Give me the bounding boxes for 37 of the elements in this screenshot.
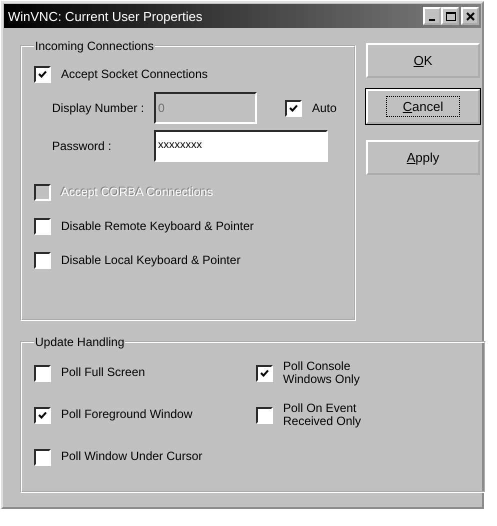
field-label: Display Number : xyxy=(52,101,146,115)
checkbox[interactable] xyxy=(34,218,51,234)
checkbox[interactable] xyxy=(256,364,273,382)
checkbox[interactable] xyxy=(34,364,51,382)
check-icon xyxy=(38,70,47,78)
window-title: WinVNC: Current User Properties xyxy=(8,8,202,24)
checkbox-label: Disable Local Keyboard & Pointer xyxy=(61,253,240,267)
maximize-icon xyxy=(444,10,456,22)
checkbox-label: Disable Remote Keyboard & Pointer xyxy=(61,219,254,233)
maximize-button[interactable] xyxy=(441,7,459,25)
checkbox[interactable] xyxy=(256,406,273,424)
minimize-button[interactable] xyxy=(423,7,441,25)
password-field[interactable]: xxxxxxxx xyxy=(154,130,328,162)
group-title: Incoming Connections xyxy=(34,39,155,53)
checkbox-label: Poll Console Windows Only xyxy=(283,360,360,386)
checkbox-label: Poll On Event Received Only xyxy=(283,402,362,428)
checkbox-label: Accept CORBA Connections xyxy=(61,185,214,199)
checkbox[interactable] xyxy=(34,66,51,82)
dialog-button[interactable]: Cancel xyxy=(366,89,480,124)
checkbox-label: Auto xyxy=(312,101,337,115)
checkbox-label: Accept Socket Connections xyxy=(61,67,208,81)
close-icon xyxy=(464,10,476,22)
check-icon xyxy=(38,410,47,420)
checkbox[interactable] xyxy=(34,252,51,268)
check-icon xyxy=(289,104,298,112)
checkbox-label: Poll Full Screen xyxy=(61,366,146,380)
checkbox[interactable] xyxy=(34,448,51,466)
dialog-button[interactable]: Apply xyxy=(366,140,480,175)
minimize-icon xyxy=(429,18,435,20)
close-button[interactable] xyxy=(461,7,479,25)
checkbox-label: Poll Window Under Cursor xyxy=(61,450,202,464)
check-icon xyxy=(260,368,269,378)
group-title: Update Handling xyxy=(34,335,126,349)
dialog-button[interactable]: OK xyxy=(366,43,480,78)
checkbox[interactable] xyxy=(34,406,51,424)
checkbox-label: Poll Foreground Window xyxy=(61,408,192,422)
field-label: Password : xyxy=(52,139,112,153)
